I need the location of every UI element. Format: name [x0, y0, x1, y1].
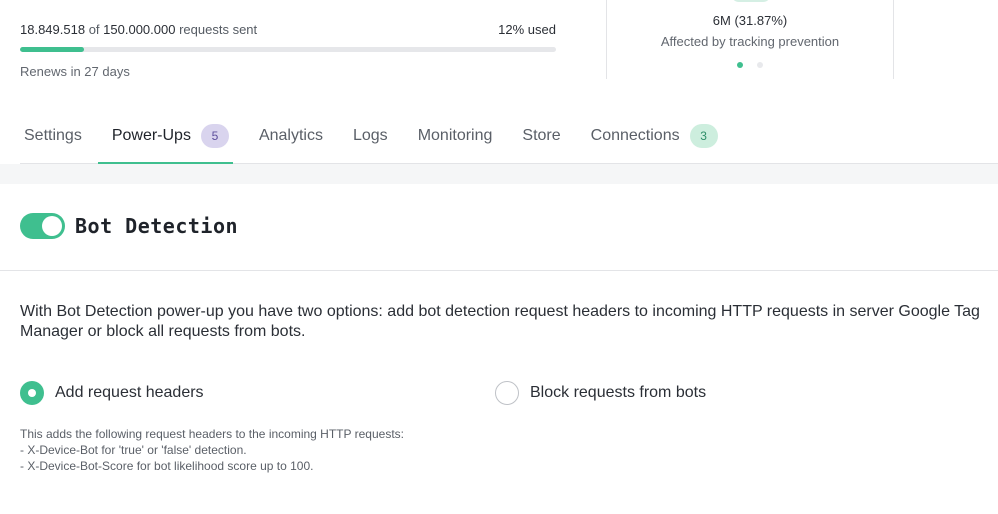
- tab-label: Monitoring: [417, 126, 493, 144]
- option-help-text: This adds the following request headers …: [20, 426, 404, 474]
- tab-bar: Settings Power-Ups 5 Analytics Logs Moni…: [20, 108, 998, 164]
- radio-block-requests[interactable]: [495, 381, 519, 405]
- usage-summary: 18.849.518 of 150.000.000 requests sent …: [20, 20, 556, 79]
- tab-store[interactable]: Store: [518, 108, 564, 163]
- usage-progress-fill: [20, 47, 85, 52]
- option-label: Add request headers: [55, 384, 204, 401]
- carousel-dot-1[interactable]: [737, 62, 743, 68]
- help-line: - X-Device-Bot-Score for bot likelihood …: [20, 459, 314, 473]
- powerup-header: Bot Detection: [20, 213, 238, 239]
- tab-power-ups[interactable]: Power-Ups 5: [97, 108, 234, 164]
- usage-text: 18.849.518 of 150.000.000 requests sent: [20, 22, 257, 37]
- radio-add-request-headers[interactable]: [20, 381, 44, 405]
- usage-suffix: requests sent: [179, 21, 258, 37]
- bot-detection-toggle[interactable]: [20, 213, 65, 239]
- option-block-requests[interactable]: Block requests from bots: [495, 381, 706, 405]
- carousel-dot-2[interactable]: [757, 62, 763, 68]
- usage-of: of: [88, 21, 100, 37]
- donut-chart-edge: [731, 0, 771, 2]
- tab-label: Analytics: [258, 126, 323, 144]
- tab-label: Settings: [24, 126, 82, 144]
- tab-analytics[interactable]: Analytics: [255, 108, 327, 163]
- stat-value: 6M (31.87%): [712, 13, 788, 28]
- option-label: Block requests from bots: [530, 384, 707, 401]
- help-line: - X-Device-Bot for 'true' or 'false' det…: [20, 443, 247, 457]
- bot-detection-options: Add request headers Block requests from …: [20, 381, 980, 407]
- section-separator-band: [0, 164, 998, 184]
- tab-monitoring[interactable]: Monitoring: [414, 108, 497, 163]
- tab-label: Power-Ups: [111, 126, 191, 144]
- usage-progress-bar: [20, 47, 556, 52]
- usage-total: 150.000.000: [103, 21, 176, 37]
- stat-label: Affected by tracking prevention: [660, 34, 840, 49]
- usage-sent: 18.849.518: [20, 21, 86, 37]
- usage-percent: 12% used: [498, 21, 556, 37]
- tab-label: Connections: [590, 126, 680, 144]
- option-add-request-headers[interactable]: Add request headers: [20, 381, 204, 405]
- powerup-description: With Bot Detection power-up you have two…: [20, 303, 980, 340]
- tab-label: Logs: [352, 126, 388, 144]
- renews-text: Renews in 27 days: [20, 64, 130, 79]
- usage-line: 18.849.518 of 150.000.000 requests sent …: [20, 20, 556, 38]
- header-divider: [0, 270, 998, 271]
- power-ups-count-badge: 5: [200, 123, 229, 148]
- tab-label: Store: [522, 126, 561, 144]
- tab-settings[interactable]: Settings: [20, 108, 86, 163]
- help-line: This adds the following request headers …: [20, 427, 404, 441]
- connections-count-badge: 3: [689, 123, 718, 148]
- tab-logs[interactable]: Logs: [349, 108, 392, 163]
- carousel-dots: [607, 62, 893, 68]
- powerup-title: Bot Detection: [75, 214, 239, 238]
- toggle-knob: [42, 216, 62, 236]
- tracking-prevention-card: 6M (31.87%) Affected by tracking prevent…: [606, 0, 894, 79]
- tab-connections[interactable]: Connections 3: [587, 108, 722, 163]
